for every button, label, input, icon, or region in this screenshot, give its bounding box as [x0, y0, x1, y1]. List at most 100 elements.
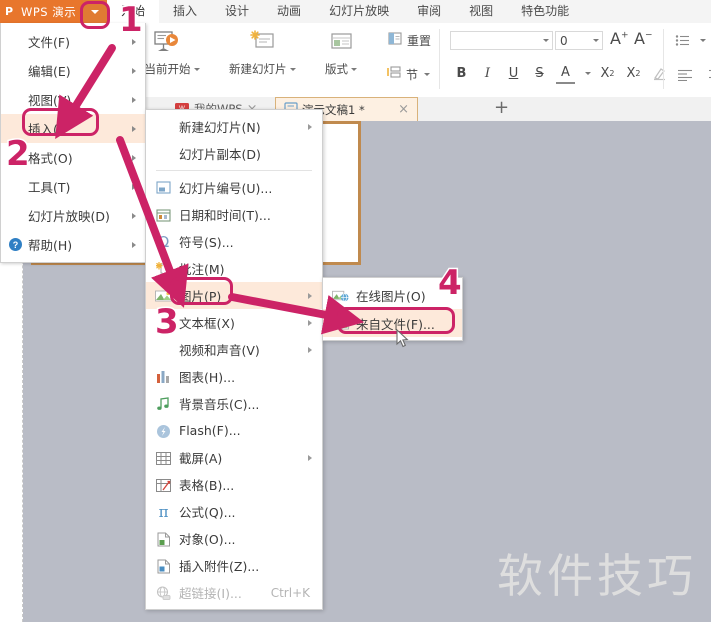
insert-item-object[interactable]: 对象(O)...: [146, 525, 322, 552]
bullet-list-icon[interactable]: [673, 31, 692, 50]
ribbon-tab-animation[interactable]: 动画: [263, 0, 315, 23]
insert-item-date-time[interactable]: 日期和时间(T)...: [146, 201, 322, 228]
increase-font-size-button[interactable]: A+: [610, 29, 629, 48]
insert-item-label: 文本框(X): [179, 316, 235, 331]
comment-icon: [155, 261, 172, 278]
insert-item-symbol[interactable]: Ω 符号(S)...: [146, 228, 322, 255]
ribbon-tab-features[interactable]: 特色功能: [507, 0, 583, 23]
chevron-down-icon[interactable]: [543, 39, 549, 42]
hyperlink-icon: [155, 585, 172, 602]
chevron-right-icon: [308, 319, 312, 326]
font-size-select[interactable]: 0: [555, 31, 603, 50]
chevron-down-icon[interactable]: [700, 39, 706, 42]
menu-item-label: 文件(F): [28, 35, 70, 50]
insert-item-label: 日期和时间(T)...: [179, 208, 271, 223]
table-icon: [155, 477, 172, 494]
ribbon-tab-view[interactable]: 视图: [455, 0, 507, 23]
chevron-right-icon: [132, 125, 136, 132]
menu-item-help[interactable]: ? 帮助(H): [1, 230, 145, 259]
layout-icon: [325, 27, 357, 57]
insert-item-label: 公式(Q)...: [179, 505, 236, 520]
section-button[interactable]: 节: [387, 65, 431, 83]
insert-item-flash[interactable]: Flash(F)...: [146, 417, 322, 444]
font-size-value: 0: [560, 33, 568, 48]
insert-item-duplicate-slide[interactable]: 幻灯片副本(D): [146, 140, 322, 167]
chart-icon: [155, 369, 172, 386]
new-document-tab-button[interactable]: +: [494, 99, 509, 117]
insert-item-label: 超链接(I)...: [179, 586, 242, 601]
ribbon-tab-design[interactable]: 设计: [211, 0, 263, 23]
insert-submenu: 新建幻灯片(N) 幻灯片副本(D) 幻灯片编号(U)... 日期和时间(T)..…: [145, 109, 323, 610]
menu-item-label: 视图(V): [28, 93, 72, 108]
insert-item-label: 背景音乐(C)...: [179, 397, 260, 412]
align-center-icon[interactable]: [706, 65, 711, 84]
chevron-down-icon[interactable]: [351, 68, 357, 71]
close-icon[interactable]: ×: [398, 102, 409, 117]
ribbon-tab-slideshow[interactable]: 幻灯片放映: [315, 0, 403, 23]
insert-item-formula[interactable]: π 公式(Q)...: [146, 498, 322, 525]
insert-item-label: 截屏(A): [179, 451, 223, 466]
watermark-text: 软件技巧: [497, 549, 697, 603]
superscript-button[interactable]: X2: [598, 64, 617, 83]
reset-button[interactable]: 重置: [387, 31, 431, 49]
font-name-select[interactable]: [450, 31, 553, 50]
wps-presentation-window: P WPS 演示 开始 插入 设计 动画 幻灯片放映 审阅 视图 特色功能 从当…: [0, 0, 711, 622]
ribbon-tab-insert[interactable]: 插入: [159, 0, 211, 23]
chevron-right-icon: [132, 183, 136, 190]
insert-item-label: 幻灯片编号(U)...: [179, 181, 273, 196]
menu-divider: [156, 170, 312, 171]
menu-item-slideshow[interactable]: 幻灯片放映(D): [1, 201, 145, 230]
symbol-omega-icon: Ω: [157, 233, 170, 251]
insert-item-slide-number[interactable]: 幻灯片编号(U)...: [146, 174, 322, 201]
italic-button[interactable]: I: [478, 64, 497, 83]
insert-item-label: 幻灯片副本(D): [179, 147, 261, 162]
new-slide-button[interactable]: 新建幻灯片: [229, 27, 296, 77]
menu-item-label: 工具(T): [28, 180, 71, 195]
svg-text:?: ?: [12, 240, 18, 250]
insert-item-background-music[interactable]: 背景音乐(C)...: [146, 390, 322, 417]
menu-item-edit[interactable]: 编辑(E): [1, 56, 145, 85]
insert-item-comment[interactable]: 批注(M): [146, 255, 322, 282]
insert-item-label: 对象(O)...: [179, 532, 236, 547]
decrease-font-size-button[interactable]: A−: [634, 29, 653, 48]
chevron-down-icon[interactable]: [593, 39, 599, 42]
insert-item-label: Flash(F)...: [179, 423, 241, 438]
object-icon: [155, 531, 172, 548]
chevron-right-icon: [132, 212, 136, 219]
chevron-down-icon[interactable]: [585, 72, 591, 75]
music-note-icon: [155, 396, 172, 413]
underline-button[interactable]: U: [504, 64, 523, 83]
font-color-button[interactable]: A: [556, 63, 575, 84]
subscript-button[interactable]: X2: [624, 64, 643, 83]
section-icon: [387, 65, 403, 83]
chevron-down-icon[interactable]: [193, 68, 200, 71]
bold-button[interactable]: B: [452, 64, 471, 83]
insert-item-label: 批注(M): [179, 262, 225, 277]
chevron-down-icon[interactable]: [289, 68, 296, 71]
insert-item-chart[interactable]: 图表(H)...: [146, 363, 322, 390]
ribbon-tab-review[interactable]: 审阅: [403, 0, 455, 23]
formula-pi-icon: π: [158, 503, 169, 521]
chevron-right-icon: [132, 154, 136, 161]
menu-item-tools[interactable]: 工具(T): [1, 172, 145, 201]
insert-item-new-slide[interactable]: 新建幻灯片(N): [146, 113, 322, 140]
chevron-down-icon[interactable]: [424, 72, 431, 76]
insert-item-label: 新建幻灯片(N): [179, 120, 261, 135]
clear-format-icon[interactable]: [650, 64, 669, 83]
align-left-icon[interactable]: [675, 65, 694, 84]
strikethrough-button[interactable]: S: [530, 64, 549, 83]
annotation-step-2: 2: [5, 134, 32, 174]
layout-button[interactable]: 版式: [325, 27, 357, 77]
insert-item-hyperlink: 超链接(I)... Ctrl+K: [146, 579, 322, 606]
picture-item-label: 在线图片(O): [356, 288, 426, 304]
insert-item-label: 视频和声音(V): [179, 343, 260, 358]
wps-app-button[interactable]: P WPS 演示: [0, 0, 83, 23]
insert-item-attachment[interactable]: 插入附件(Z)...: [146, 552, 322, 579]
insert-item-screenshot[interactable]: 截屏(A): [146, 444, 322, 471]
list-group: 123: [673, 31, 711, 50]
insert-item-label: 插入附件(Z)...: [179, 559, 260, 574]
date-time-icon: [155, 207, 172, 224]
slide-number-icon: [155, 180, 172, 197]
wps-logo-icon: P: [5, 5, 14, 18]
insert-item-table[interactable]: 表格(B)...: [146, 471, 322, 498]
